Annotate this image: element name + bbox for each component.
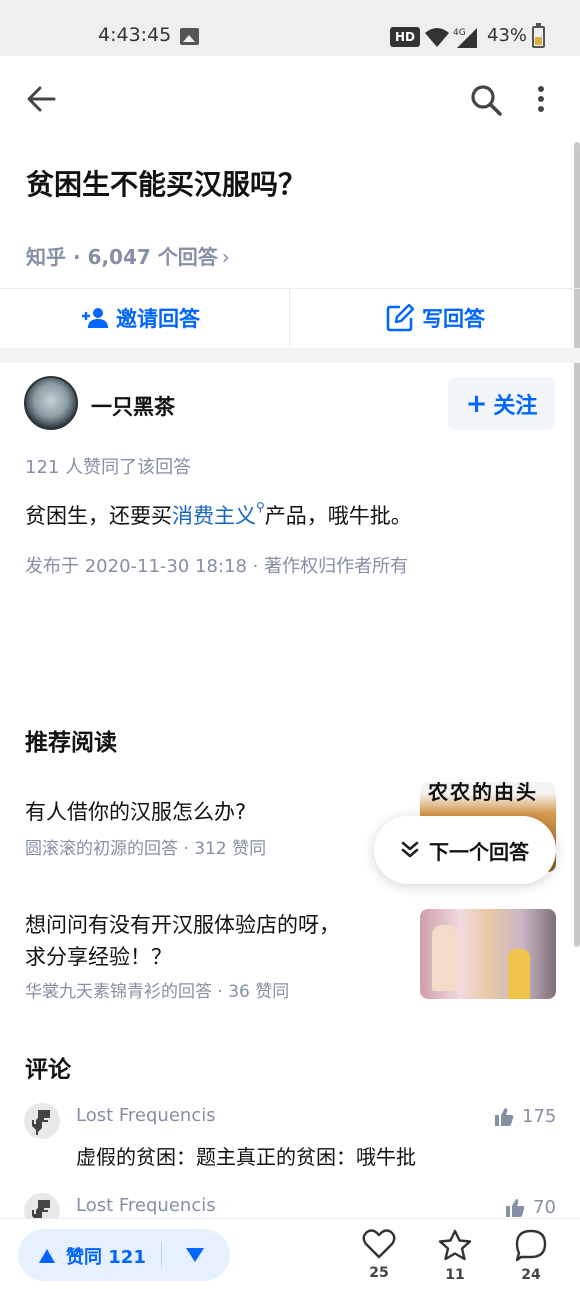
recommended-item-title[interactable]: 有人借你的汉服怎么办? (25, 796, 246, 826)
plus-icon: + (465, 388, 488, 419)
edit-icon (386, 304, 414, 332)
downvote-button[interactable] (185, 1247, 205, 1267)
bottom-action-bar: 赞同 121 25 11 24 (0, 1218, 580, 1289)
question-title[interactable]: 贫困生不能买汉服吗？ (26, 163, 306, 203)
write-answer-button[interactable]: 写回答 (386, 303, 485, 333)
recommended-item-title-line2: 求分享经验！？ (25, 945, 172, 969)
thumbs-up-icon (506, 1198, 525, 1217)
image-notification-icon (180, 28, 199, 45)
favorite-count: 11 (445, 1267, 465, 1283)
upvote-label: 赞同 121 (66, 1247, 146, 1268)
favorite-button[interactable]: 11 (435, 1229, 475, 1283)
author-name[interactable]: 一只黑茶 (91, 391, 175, 421)
more-options-icon[interactable] (534, 84, 548, 118)
heart-icon (362, 1229, 396, 1259)
answer-text-after: 产品，哦牛批。 (264, 504, 412, 528)
comment-like-button[interactable]: 175 (494, 1106, 556, 1127)
write-answer-label: 写回答 (422, 307, 485, 331)
comments-heading: 评论 (25, 1057, 71, 1083)
keyword-search-link[interactable]: 消费主义 (172, 504, 256, 528)
double-chevron-down-icon (401, 841, 419, 858)
recommended-item-title-line1: 想问问有没有开汉服体验店的呀， (25, 913, 340, 937)
comment-author[interactable]: Lost Frequencis (76, 1105, 216, 1126)
question-action-row: 邀请回答 写回答 (0, 288, 580, 349)
follow-label: 关注 (493, 393, 538, 419)
comment-author[interactable]: Lost Frequencis (76, 1195, 216, 1216)
triangle-down-icon (186, 1248, 204, 1262)
publish-info: 发布于 2020-11-30 18:18 · 著作权归作者所有 (25, 556, 409, 577)
recommended-item-meta: 华裳九天素锦青衫的回答 · 36 赞同 (25, 982, 290, 1002)
status-time: 4:43:45 (98, 24, 172, 46)
comment-bubble-icon (515, 1229, 547, 1262)
comment-like-button[interactable]: 70 (505, 1197, 556, 1218)
comment-avatar[interactable] (24, 1103, 60, 1139)
next-answer-button[interactable]: 下一个回答 (374, 816, 556, 884)
battery-icon (532, 23, 545, 48)
network-type-text: 4G (453, 28, 466, 38)
top-app-bar (0, 56, 580, 144)
answer-vote-summary: 121 人赞同了该回答 (25, 457, 192, 478)
search-icon[interactable] (470, 84, 502, 120)
scrollbar[interactable] (574, 142, 580, 947)
answer-text-before: 贫困生，还要买 (25, 504, 172, 528)
add-person-icon (82, 308, 108, 328)
invite-answer-label: 邀请回答 (116, 307, 200, 331)
triangle-up-icon (39, 1249, 55, 1263)
comment-like-count: 175 (522, 1106, 557, 1127)
vote-divider (161, 1242, 162, 1268)
like-count: 25 (369, 1265, 389, 1281)
back-arrow-icon[interactable] (26, 86, 56, 116)
comment-button[interactable]: 24 (511, 1229, 551, 1283)
comment-count: 24 (521, 1267, 541, 1283)
question-meta-text: 知乎 · 6,047 个回答 (26, 245, 218, 269)
cellular-signal-icon: 4G (453, 26, 479, 54)
battery-percent: 43% (487, 25, 528, 46)
action-divider (289, 289, 290, 349)
vote-pill: 赞同 121 (18, 1229, 230, 1281)
comment-like-count: 70 (533, 1197, 556, 1218)
section-divider (0, 348, 580, 363)
recommended-item-thumbnail[interactable] (420, 909, 556, 999)
status-bar: 4:43:45 HD 4G 43% (0, 0, 580, 56)
like-button[interactable]: 25 (359, 1229, 399, 1281)
invite-answer-button[interactable]: 邀请回答 (82, 303, 200, 333)
hd-badge: HD (390, 27, 420, 47)
recommended-heading: 推荐阅读 (25, 730, 117, 756)
next-answer-label: 下一个回答 (429, 839, 529, 864)
star-icon (438, 1229, 472, 1261)
thumbnail-caption: 农农的由头 (428, 782, 538, 804)
dinosaur-icon (32, 1110, 50, 1135)
thumbs-up-icon (495, 1107, 514, 1126)
chevron-right-icon: › (221, 245, 230, 269)
comment-text: 虚假的贫困：题主真正的贫困：哦牛批 (76, 1145, 416, 1169)
wifi-icon (424, 26, 450, 52)
author-avatar[interactable] (24, 376, 78, 430)
recommended-item-meta: 圆滚滚的初源的回答 · 312 赞同 (25, 839, 267, 859)
recommended-item-title[interactable]: 想问问有没有开汉服体验店的呀， 求分享经验！？ (25, 909, 340, 973)
question-meta[interactable]: 知乎 · 6,047 个回答 › (26, 241, 230, 270)
search-link-icon: ⚲ (256, 500, 265, 514)
answer-body: 贫困生，还要买消费主义⚲产品，哦牛批。 (25, 500, 412, 530)
follow-button[interactable]: + 关注 (448, 377, 555, 430)
upvote-button[interactable]: 赞同 121 (38, 1243, 146, 1269)
